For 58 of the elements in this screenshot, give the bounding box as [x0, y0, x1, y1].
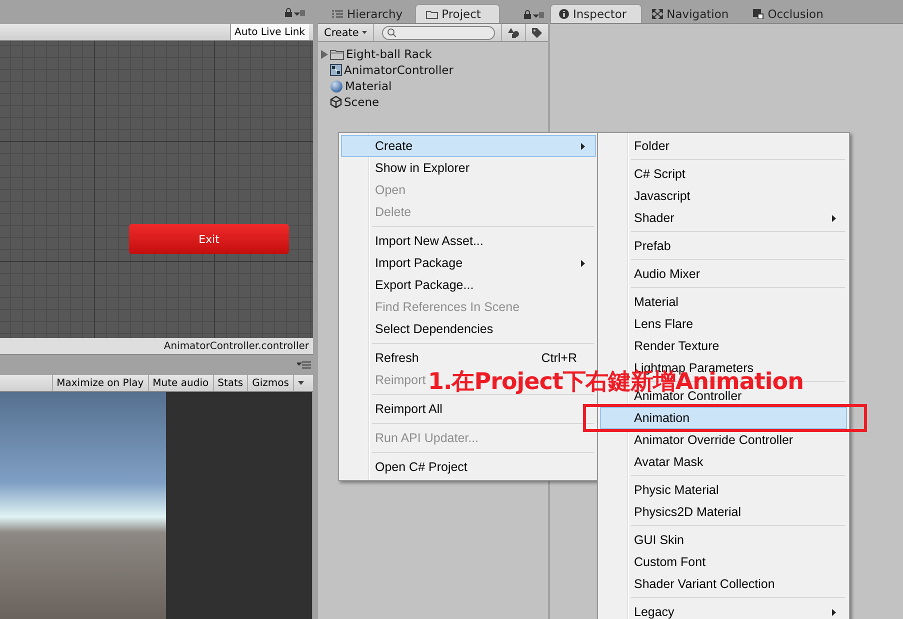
menu-item[interactable]: C# Script — [600, 163, 847, 185]
menu-item[interactable]: Create — [341, 135, 596, 157]
menu-item[interactable]: GUI Skin — [600, 529, 847, 551]
panel-tab[interactable]: Project — [414, 4, 500, 23]
menu-item[interactable]: Material — [600, 291, 847, 313]
menu-item[interactable]: Custom Font — [600, 551, 847, 573]
game-toolbar-button[interactable]: Mute audio — [148, 375, 213, 391]
game-toolbar-button[interactable]: Gizmos — [247, 375, 293, 391]
lock-icon[interactable] — [285, 7, 305, 20]
controller-path: AnimatorController.controller — [164, 340, 309, 352]
panel-tab[interactable]: Inspector — [550, 4, 642, 23]
auto-live-link-button[interactable]: Auto Live Link — [230, 24, 309, 40]
caret-icon — [362, 31, 367, 34]
menu-item[interactable]: Audio Mixer — [600, 263, 847, 285]
unity-cube-icon — [330, 96, 342, 108]
search-field[interactable] — [382, 26, 496, 40]
panel-tab[interactable]: Hierarchy — [322, 5, 413, 23]
menu-item[interactable]: Shader — [600, 207, 847, 229]
menu-item[interactable]: Animation — [600, 407, 847, 429]
asset-item[interactable]: Eight-ball Rack — [346, 47, 432, 61]
game-toolbar-button[interactable]: Stats — [212, 375, 248, 391]
asset-item[interactable]: Scene — [344, 95, 380, 109]
expand-arrow-icon[interactable] — [321, 50, 328, 58]
menu-item[interactable]: Open C# Project — [375, 460, 468, 474]
search-icon — [386, 28, 396, 37]
menu-item[interactable]: Physic Material — [600, 479, 847, 501]
overlapping-squares-icon — [752, 9, 764, 19]
folder-icon — [330, 48, 344, 60]
menu-item[interactable]: Folder — [600, 135, 847, 157]
sphere-icon — [330, 80, 343, 92]
menu-item[interactable]: Prefab — [600, 235, 847, 257]
asset-item[interactable]: AnimatorController — [344, 63, 454, 77]
folder-icon — [426, 10, 438, 18]
menu-item[interactable]: Render Texture — [600, 335, 847, 357]
panel-tab[interactable]: Navigation — [644, 5, 743, 23]
menu-item[interactable]: Javascript — [600, 185, 847, 207]
menu-item[interactable]: Import Package — [375, 256, 463, 270]
menu-item[interactable]: Avatar Mask — [600, 451, 847, 473]
menu-item[interactable]: Shader Variant Collection — [600, 573, 847, 595]
menu-item[interactable]: Legacy — [600, 601, 847, 619]
game-toolbar-button[interactable]: Maximize on Play — [52, 375, 148, 391]
menu-item[interactable]: Lens Flare — [600, 313, 847, 335]
menu-item[interactable]: Show in Explorer — [375, 161, 470, 175]
crossed-arrows-icon — [652, 9, 663, 19]
animator-controller-icon — [330, 64, 342, 76]
menu-item[interactable]: Physics2D Material — [600, 501, 847, 523]
menu-item[interactable]: Select Dependencies — [375, 322, 494, 336]
menu-item[interactable]: Export Package... — [375, 278, 474, 292]
exit-state-node[interactable]: Exit — [129, 224, 289, 254]
menu-item[interactable]: Animator Override Controller — [600, 429, 847, 451]
asset-item[interactable]: Material — [345, 79, 392, 93]
menu-item[interactable]: Import New Asset... — [375, 234, 484, 248]
lock-icon[interactable] — [524, 10, 544, 19]
menu-item[interactable]: Reimport All — [375, 402, 442, 416]
menu-item[interactable]: Refresh — [375, 351, 419, 365]
panel-tab[interactable]: Occlusion — [744, 5, 838, 23]
info-icon — [559, 9, 569, 19]
list-icon — [332, 10, 343, 18]
